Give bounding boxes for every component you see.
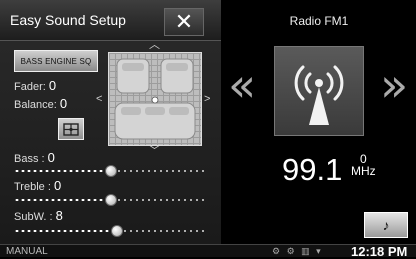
chevron-right-icon[interactable]: >	[204, 94, 210, 105]
tuning-mode: MANUAL	[6, 246, 48, 257]
radio-artwork	[274, 46, 364, 136]
treble-readout: Treble : 0	[14, 178, 61, 193]
treble-slider-fill	[14, 199, 110, 201]
subwoofer-slider-knob[interactable]	[110, 225, 123, 237]
sound-setup-panel: Easy Sound Setup ✕ BASS ENGINE SQ Fader:…	[0, 0, 221, 244]
chevron-left-icon[interactable]: <	[96, 94, 102, 105]
fader-label: Fader:	[14, 81, 46, 93]
close-button[interactable]: ✕	[164, 8, 204, 36]
subwoofer-slider-fill	[14, 230, 116, 232]
fader-value: 0	[48, 78, 57, 93]
chevron-up-icon[interactable]: ︿	[149, 40, 160, 51]
bass-engine-button[interactable]: BASS ENGINE SQ	[14, 50, 98, 72]
subwoofer-slider[interactable]	[14, 225, 206, 237]
treble-value: 0	[53, 178, 62, 193]
status-icons: ⚙ ⚙ ▥ ▾	[272, 246, 323, 256]
fader-readout: Fader: 0	[14, 78, 56, 93]
balance-value: 0	[59, 96, 68, 111]
seat-position-grid[interactable]	[108, 52, 202, 146]
center-position-icon	[63, 122, 79, 136]
bass-slider-fill	[14, 170, 110, 172]
radio-panel: Radio FM1 « » 99.1 0 MHz ♪	[222, 0, 416, 244]
subwoofer-readout: SubW. : 8	[14, 208, 63, 223]
close-icon: ✕	[174, 9, 194, 34]
antenna-icon	[294, 65, 344, 125]
music-source-button[interactable]: ♪	[364, 212, 408, 238]
treble-label: Treble :	[14, 181, 51, 193]
subwoofer-value: 8	[55, 208, 63, 223]
chevron-down-icon[interactable]: ﹀	[149, 146, 160, 157]
page-title: Easy Sound Setup	[10, 12, 126, 28]
balance-label: Balance:	[14, 99, 57, 111]
music-note-icon: ♪	[382, 217, 390, 233]
frequency-unit-block: 0 MHz	[351, 153, 376, 177]
status-bar: MANUAL ⚙ ⚙ ▥ ▾ 12:18 PM	[0, 244, 416, 259]
next-chevron-icon[interactable]: »	[380, 58, 408, 112]
bass-readout: Bass : 0	[14, 150, 55, 165]
previous-chevron-icon[interactable]: «	[228, 58, 256, 112]
car-seats-graphic	[114, 58, 196, 140]
center-position-button[interactable]	[58, 118, 84, 140]
frequency-unit: MHz	[351, 164, 376, 178]
clock: 12:18 PM	[351, 244, 408, 259]
bass-value: 0	[47, 150, 55, 165]
balance-readout: Balance: 0	[14, 96, 67, 111]
radio-source-title: Radio FM1	[289, 14, 349, 28]
frequency-display: 99.1	[282, 152, 343, 187]
bass-label: Bass :	[14, 153, 45, 165]
bass-slider[interactable]	[14, 165, 206, 177]
subwoofer-label: SubW. :	[14, 211, 53, 223]
bass-slider-knob[interactable]	[105, 165, 117, 177]
sound-setup-header: Easy Sound Setup ✕	[0, 0, 221, 41]
treble-slider[interactable]	[14, 194, 206, 206]
treble-slider-knob[interactable]	[105, 194, 117, 206]
